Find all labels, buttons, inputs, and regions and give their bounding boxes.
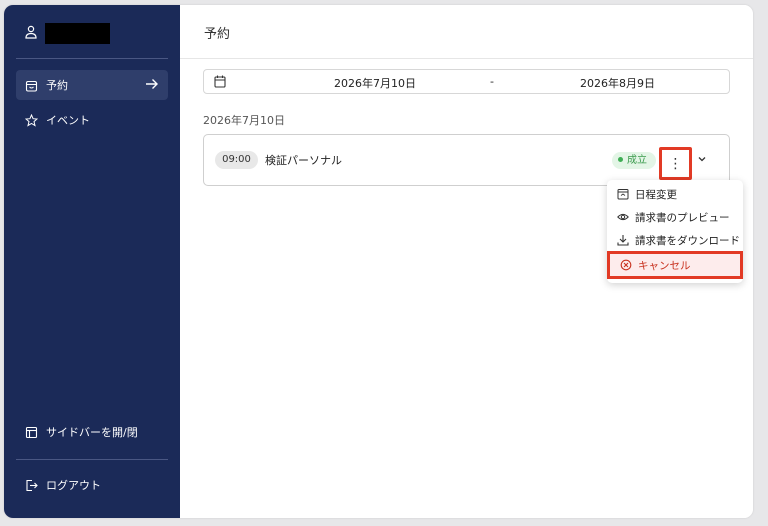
- sidebar-toggle-label: サイドバーを開/閉: [46, 426, 138, 439]
- date-group-heading: 2026年7月10日: [203, 114, 285, 127]
- logout-icon: [26, 479, 38, 491]
- date-from: 2026年7月10日: [334, 77, 416, 90]
- star-icon: [25, 113, 38, 127]
- booking-time: 09:00: [215, 151, 258, 169]
- booking-actions-menu: 日程変更 請求書のプレビュー 請求書をダウンロード キャンセル: [607, 180, 743, 283]
- header: 予約: [180, 5, 753, 59]
- logout-label: ログアウト: [46, 479, 101, 492]
- calendar-icon: [214, 75, 226, 88]
- user-profile[interactable]: ████████: [4, 19, 180, 49]
- menu-item-label: 請求書をダウンロード: [635, 234, 740, 247]
- panel-icon: [25, 426, 38, 438]
- user-icon: [25, 25, 37, 39]
- sidebar-item-reservations[interactable]: 予約: [16, 70, 168, 100]
- status-label: 成立: [627, 155, 647, 166]
- download-icon: [617, 235, 629, 246]
- cancel-circle-icon: [620, 259, 632, 271]
- logout-button[interactable]: ログアウト: [16, 470, 168, 500]
- chevron-down-icon[interactable]: [697, 154, 707, 164]
- kebab-icon: ⋮: [668, 155, 683, 172]
- booking-card[interactable]: 09:00 検証パーソナル 成立 ⋮: [203, 134, 730, 186]
- sidebar-divider: [16, 459, 168, 460]
- sidebar-toggle[interactable]: サイドバーを開/閉: [16, 417, 168, 447]
- date-to: 2026年8月9日: [580, 77, 655, 90]
- status-dot-icon: [618, 156, 623, 162]
- menu-item-reschedule[interactable]: 日程変更: [607, 183, 743, 205]
- sidebar-divider: [16, 58, 168, 59]
- booking-title: 検証パーソナル: [265, 154, 342, 167]
- menu-item-cancel[interactable]: キャンセル: [607, 251, 743, 279]
- calendar-bag-icon: [25, 80, 38, 92]
- more-options-button[interactable]: ⋮: [659, 147, 692, 180]
- menu-item-invoice-preview[interactable]: 請求書のプレビュー: [607, 206, 743, 228]
- menu-item-label: 請求書のプレビュー: [635, 211, 730, 224]
- menu-item-label: 日程変更: [635, 188, 677, 201]
- sidebar-item-events[interactable]: イベント: [16, 105, 168, 135]
- sidebar-item-label: イベント: [46, 114, 90, 127]
- user-name: ████████: [45, 23, 110, 44]
- calendar-edit-icon: [617, 189, 629, 200]
- menu-item-invoice-download[interactable]: 請求書をダウンロード: [607, 229, 743, 251]
- page-title: 予約: [204, 27, 231, 42]
- arrow-right-icon: [146, 79, 158, 89]
- date-range-picker[interactable]: 2026年7月10日 - 2026年8月9日: [203, 69, 730, 94]
- main-content: 予約 2026年7月10日 - 2026年8月9日 2026年7月10日 09:…: [180, 5, 753, 518]
- menu-item-label: キャンセル: [638, 259, 691, 272]
- app-window: ████████ 予約 イベント: [4, 5, 753, 518]
- status-badge: 成立: [612, 152, 656, 169]
- sidebar: ████████ 予約 イベント: [4, 5, 180, 518]
- sidebar-item-label: 予約: [46, 79, 68, 92]
- date-separator: -: [490, 75, 494, 88]
- eye-icon: [617, 213, 629, 221]
